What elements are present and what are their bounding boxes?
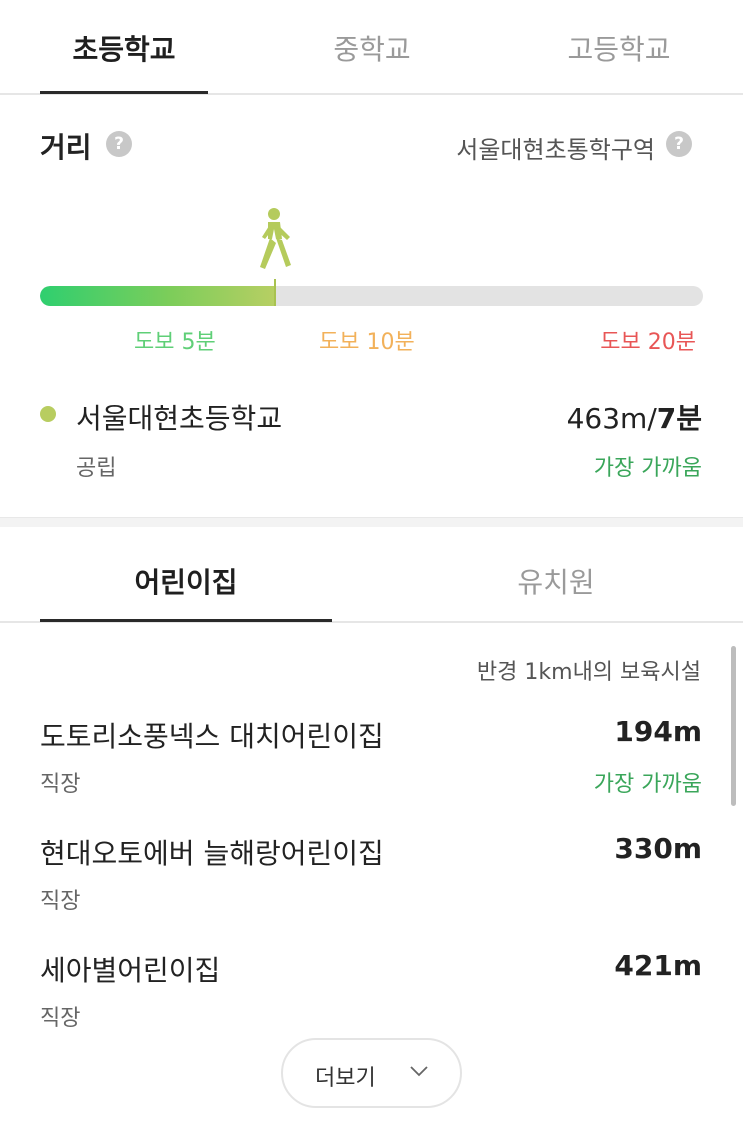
facility-type: 직장 [40, 889, 81, 914]
facility-name[interactable]: 세아별어린이집 [40, 949, 220, 989]
school-level-tabs: 초등학교 중학교 고등학교 [0, 0, 743, 95]
facility-distance: 330m [614, 832, 702, 865]
facility-type: 직장 [40, 772, 81, 797]
school-closest-badge: 가장 가까움 [593, 456, 702, 481]
walk-10min-label: 도보 10분 [319, 330, 415, 355]
tab-high[interactable]: 고등학교 [536, 28, 702, 68]
distance-title: 거리 [40, 131, 92, 164]
more-button-label: 더보기 [315, 1066, 376, 1091]
current-position-marker [274, 279, 276, 306]
walking-person-icon [260, 208, 291, 269]
zone-help-icon[interactable]: ? [666, 131, 692, 157]
distance-help-icon[interactable]: ? [106, 131, 132, 157]
school-zone-label: 서울대현초통학구역 [456, 136, 655, 164]
tab-daycare[interactable]: 어린이집 [40, 561, 332, 601]
facility-type: 직장 [40, 1006, 81, 1031]
walk-distance-bar [40, 286, 703, 306]
school-dot [40, 406, 56, 422]
tab-middle[interactable]: 중학교 [290, 28, 454, 68]
school-name[interactable]: 서울대현초등학교 [76, 397, 282, 437]
tab-kindergarten[interactable]: 유치원 [410, 561, 702, 601]
active-tab-indicator [40, 619, 332, 622]
school-distance-meters: 463m/ [566, 402, 657, 435]
chevron-down-icon [410, 1066, 428, 1077]
school-type: 공립 [76, 456, 117, 481]
facility-name[interactable]: 현대오토에버 늘해랑어린이집 [40, 832, 384, 872]
walk-20min-label: 도보 20분 [600, 330, 696, 355]
walk-distance-bar-fill [40, 286, 276, 306]
school-distance-minutes: 7분 [656, 402, 702, 435]
facility-name[interactable]: 도토리소풍넥스 대치어린이집 [40, 715, 384, 755]
childcare-tabs: 어린이집 유치원 [0, 527, 743, 623]
radius-note: 반경 1km내의 보육시설 [476, 660, 701, 685]
facility-distance: 194m [614, 715, 702, 748]
school-distance: 463m/7분 [567, 397, 702, 437]
section-divider [0, 517, 743, 527]
scrollbar[interactable] [731, 646, 736, 806]
facility-closest-badge: 가장 가까움 [593, 772, 702, 797]
tab-elementary[interactable]: 초등학교 [40, 28, 208, 68]
walk-5min-label: 도보 5분 [134, 330, 216, 355]
active-tab-indicator [40, 91, 208, 94]
more-button[interactable]: 더보기 [281, 1038, 462, 1108]
facility-distance: 421m [614, 949, 702, 982]
